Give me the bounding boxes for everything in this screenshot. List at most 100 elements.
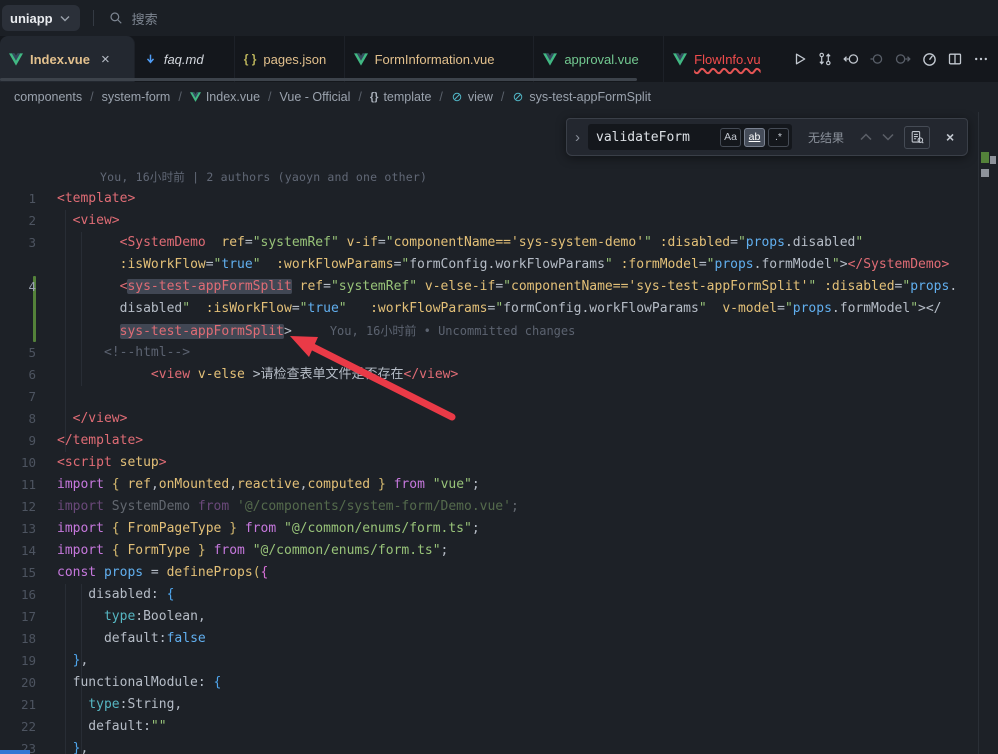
json-braces-icon: { } (244, 52, 257, 66)
code-text: type:String, (57, 697, 182, 712)
breadcrumb-item-template[interactable]: {} template (370, 90, 432, 104)
close-icon[interactable]: × (946, 129, 954, 145)
vue-icon (354, 53, 368, 66)
code-line[interactable]: 10<script setup> (0, 452, 976, 474)
code-line[interactable]: 2 <view> (0, 210, 976, 232)
find-in-selection-icon[interactable] (904, 126, 930, 149)
code-text: </view> (57, 411, 127, 426)
breadcrumb-item-index-vue[interactable]: Index.vue (190, 90, 260, 104)
line-number: 8 (0, 408, 36, 430)
tab-label: pages.json (263, 52, 326, 67)
search-icon (109, 11, 123, 25)
find-input[interactable]: validateForm Aa ab .* (588, 124, 792, 150)
code-text: disabled: { (57, 587, 174, 602)
tab-index-vue[interactable]: Index.vue × (0, 36, 135, 82)
code-line[interactable]: You, 16小时前 | 2 authors (yaoyn and one ot… (0, 166, 976, 188)
previous-match-icon[interactable] (860, 133, 872, 141)
breadcrumb-separator: / (439, 90, 442, 104)
code-text: <SystemDemo ref="systemRef" v-if="compon… (57, 235, 863, 250)
editor-pane[interactable]: You, 16小时前 | 2 authors (yaoyn and one ot… (0, 112, 998, 754)
code-text: import { FromPageType } from "@/common/e… (57, 521, 480, 536)
global-search[interactable]: 搜索 (109, 9, 158, 28)
project-menu-button[interactable]: uniapp (2, 5, 80, 31)
line-number: 9 (0, 430, 36, 452)
breadcrumb-separator: / (358, 90, 361, 104)
regex-button[interactable]: .* (768, 128, 789, 147)
code-line[interactable]: 12import SystemDemo from '@/components/s… (0, 496, 976, 518)
navigate-forward-icon[interactable] (890, 46, 916, 72)
code-text: sys-test-appFormSplit>You, 16小时前 • Uncom… (57, 324, 575, 339)
code-line[interactable]: disabled" :isWorkFlow="true" :workFlowPa… (0, 298, 976, 320)
breadcrumb-item-components[interactable]: components (14, 90, 82, 104)
breadcrumb-item-vue-official[interactable]: Vue - Official (280, 90, 351, 104)
code-line[interactable]: 13 import { FromPageType } from "@/common… (0, 518, 976, 540)
code-line[interactable]: 4 <sys-test-appFormSplit ref="systemRef"… (0, 276, 976, 298)
braces-icon: {} (370, 91, 379, 103)
navigate-back-icon[interactable] (838, 46, 864, 72)
vue-icon (543, 53, 557, 66)
line-number: 1 (0, 188, 36, 210)
line-number: 12 (0, 496, 36, 518)
search-placeholder: 搜索 (132, 9, 158, 28)
code-line[interactable]: 20 functionalModule: { (0, 672, 976, 694)
close-icon[interactable]: × (101, 52, 110, 67)
code-text: default:false (57, 631, 206, 646)
code-line[interactable]: :isWorkFlow="true" :workFlowParams="form… (0, 254, 976, 276)
line-number: 21 (0, 694, 36, 716)
breadcrumb-separator: / (501, 90, 504, 104)
code-line[interactable]: 14import { FormType } from "@/common/enu… (0, 540, 976, 562)
breadcrumb-item-view[interactable]: view (451, 90, 493, 104)
tab-approval-vue[interactable]: approval.vue (534, 36, 664, 82)
code-line[interactable]: sys-test-appFormSplit>You, 16小时前 • Uncom… (0, 320, 976, 342)
code-line[interactable]: 23 }, (0, 738, 976, 754)
next-match-icon[interactable] (882, 133, 894, 141)
toggle-replace-icon[interactable]: › (575, 129, 580, 146)
code-line[interactable]: 7 (0, 386, 976, 408)
code-line[interactable]: 21 type:String, (0, 694, 976, 716)
run-icon[interactable] (786, 46, 812, 72)
tab-forminformation-vue[interactable]: FormInformation.vue (345, 36, 535, 82)
code-text: }, (57, 653, 88, 668)
code-line[interactable]: 16 disabled: { (0, 584, 976, 606)
tabbar-scrollbar[interactable] (0, 78, 637, 81)
line-number: 4 (0, 276, 36, 298)
find-query-text: validateForm (596, 130, 717, 145)
code-line[interactable]: 17 type:Boolean, (0, 606, 976, 628)
whole-word-button[interactable]: ab (744, 128, 765, 147)
code-line[interactable]: 6 <view v-else >请检查表单文件是否存在</view> (0, 364, 976, 386)
code-line[interactable]: 1<template> (0, 188, 976, 210)
status-bar-accent (0, 750, 30, 754)
line-number: 13 (0, 518, 36, 540)
timeline-icon[interactable] (916, 46, 942, 72)
code-line[interactable]: 11import { ref,onMounted,reactive,comput… (0, 474, 976, 496)
tab-faq-md[interactable]: faq.md (135, 36, 235, 82)
code-line[interactable]: 3 <SystemDemo ref="systemRef" v-if="comp… (0, 232, 976, 254)
breadcrumb-item-sys-test-appformsplit[interactable]: sys-test-appFormSplit (512, 90, 651, 104)
code-text: type:Boolean, (57, 609, 206, 624)
breadcrumb: components / system-form / Index.vue / V… (0, 82, 998, 112)
code-line[interactable]: 5 <!--html--> (0, 342, 976, 364)
line-number: 17 (0, 606, 36, 628)
code-text: <sys-test-appFormSplit ref="systemRef" v… (57, 279, 957, 294)
code-text: :isWorkFlow="true" :workFlowParams="form… (57, 257, 949, 272)
breadcrumb-item-system-form[interactable]: system-form (102, 90, 171, 104)
tab-label: FormInformation.vue (375, 52, 495, 67)
overview-ruler-border (978, 112, 979, 754)
tab-flowinfo-vue[interactable]: FlowInfo.vu (664, 36, 786, 82)
code-line[interactable]: 9</template> (0, 430, 976, 452)
code-line[interactable]: 18 default:false (0, 628, 976, 650)
tab-pages-json[interactable]: { } pages.json (235, 36, 345, 82)
overview-marker-match (981, 169, 989, 177)
code-text: import { ref,onMounted,reactive,computed… (57, 477, 480, 492)
code-text: import { FormType } from "@/common/enums… (57, 543, 448, 558)
code-text: <view> (57, 213, 120, 228)
split-editor-icon[interactable] (942, 46, 968, 72)
match-case-button[interactable]: Aa (720, 128, 741, 147)
code-line[interactable]: 19 }, (0, 650, 976, 672)
code-line[interactable]: 22 default:"" (0, 716, 976, 738)
code-line[interactable]: 15const props = defineProps({ (0, 562, 976, 584)
code-line[interactable]: 8 </view> (0, 408, 976, 430)
ring-icon[interactable] (864, 46, 890, 72)
more-actions-icon[interactable] (968, 46, 994, 72)
compare-changes-icon[interactable] (812, 46, 838, 72)
